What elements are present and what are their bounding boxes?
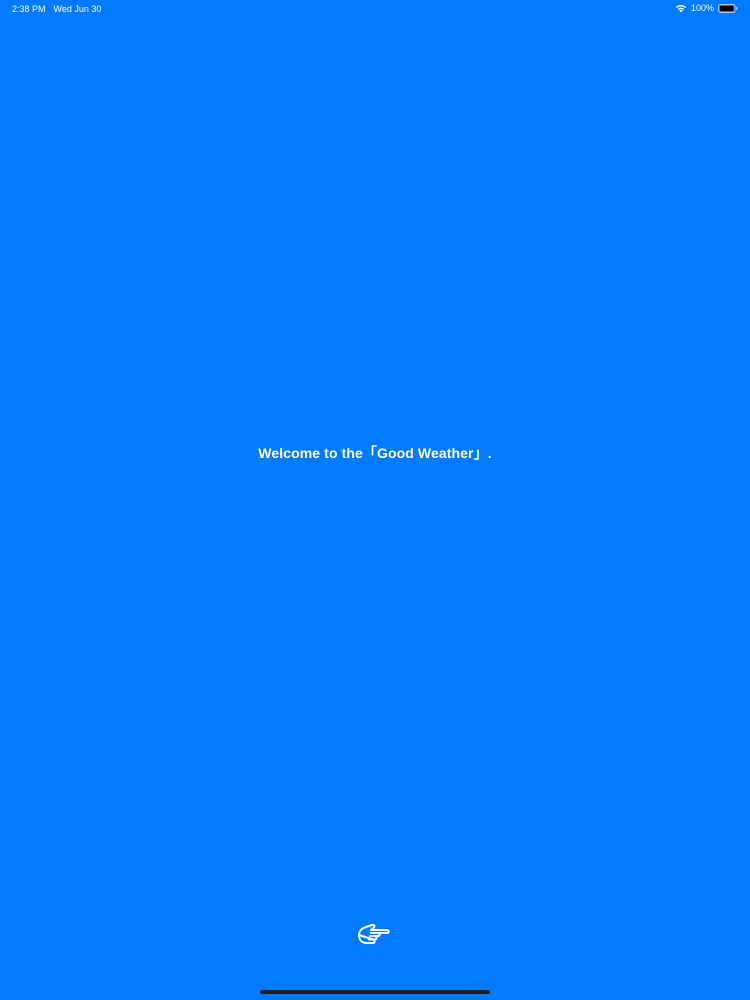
status-left: 2:38 PM Wed Jun 30 [12, 4, 101, 14]
welcome-message: Welcome to the「Good Weather」. [258, 445, 492, 461]
status-right: 100% [675, 3, 738, 13]
status-bar: 2:38 PM Wed Jun 30 100% [0, 0, 750, 20]
wifi-icon [675, 4, 687, 13]
home-indicator[interactable] [260, 990, 490, 994]
start-button[interactable] [354, 920, 394, 956]
battery-percent: 100% [690, 3, 714, 13]
battery-icon [718, 3, 738, 13]
status-time: 2:38 PM [12, 4, 46, 14]
status-date: Wed Jun 30 [53, 4, 102, 14]
pointing-hand-icon [356, 921, 392, 956]
